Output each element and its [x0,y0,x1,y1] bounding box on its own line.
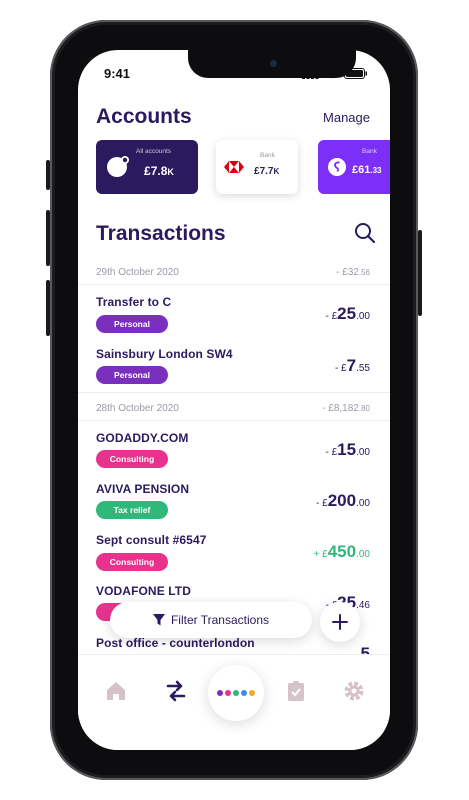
filter-icon [152,614,165,626]
phone-button [46,280,50,336]
search-icon[interactable] [354,222,376,244]
group-total: - £8,182.80 [322,403,370,414]
app-screen: 9:41 Accounts Manage All accounts £7.8K … [78,50,390,750]
category-tag[interactable]: Consulting [96,553,168,571]
transaction-amount: - £7.55 [334,356,370,375]
category-tag[interactable]: Personal [96,366,168,384]
menu-dot [225,690,231,696]
receipt-icon[interactable] [284,679,308,703]
camera-icon [270,60,277,67]
menu-dot [241,690,247,696]
group-date: 28th October 2020 [96,403,179,414]
manage-button[interactable]: Manage [323,110,370,125]
account-card-starling[interactable]: Bank £61.33 [318,140,390,194]
category-tag[interactable]: Personal [96,315,168,333]
transaction-name: Sainsbury London SW4 [96,347,233,361]
accounts-title: Accounts [96,105,192,128]
accounts-logo-icon [107,156,129,177]
transfer-icon[interactable] [164,679,188,703]
filter-transactions-button[interactable]: Filter Transactions [110,602,312,638]
transaction-name: GODADDY.COM [96,431,189,445]
bottom-nav [78,654,390,750]
transaction-name: Transfer to C [96,295,172,309]
divider [78,420,390,421]
transaction-name: AVIVA PENSION [96,482,190,496]
account-card-all[interactable]: All accounts £7.8K [96,140,198,194]
menu-dot [217,690,223,696]
transaction-amount: + £450.00 [313,542,370,561]
phone-button [418,230,422,316]
transaction-name: Post office - counterlondon [96,636,255,650]
transaction-amount: - £25.00 [325,304,371,323]
plus-icon [332,614,348,630]
transaction-name: Sept consult #6547 [96,533,207,547]
app-menu-button[interactable] [208,665,264,721]
transaction-amount: - £15.00 [325,440,371,459]
category-tag[interactable]: Tax relief [96,501,168,519]
account-card-amount: £7.7K [254,166,280,177]
account-card-label: Bank [362,148,377,155]
account-card-amount: £7.8K [144,164,174,178]
menu-dot [233,690,239,696]
hsbc-logo-icon [224,161,244,173]
bank-logo-icon [328,158,346,176]
category-tag[interactable]: Consulting [96,450,168,468]
transaction-amount: - £200.00 [316,491,370,510]
group-date: 29th October 2020 [96,267,179,278]
phone-button [46,210,50,266]
home-icon[interactable] [104,679,128,703]
transaction-name: VODAFONE LTD [96,584,191,598]
phone-button [46,160,50,190]
divider [78,284,390,285]
add-transaction-button[interactable] [320,602,360,642]
menu-dot [249,690,255,696]
group-total: - £32.56 [336,267,370,278]
account-card-amount: £61.33 [352,164,382,176]
gear-icon[interactable] [342,679,366,703]
divider [78,392,390,393]
status-time: 9:41 [104,66,131,81]
account-card-label: All accounts [136,148,172,155]
account-card-label: Bank [260,152,275,159]
account-card-hsbc[interactable]: Bank £7.7K [216,140,298,194]
transactions-title: Transactions [96,222,226,245]
filter-label: Filter Transactions [170,613,270,627]
